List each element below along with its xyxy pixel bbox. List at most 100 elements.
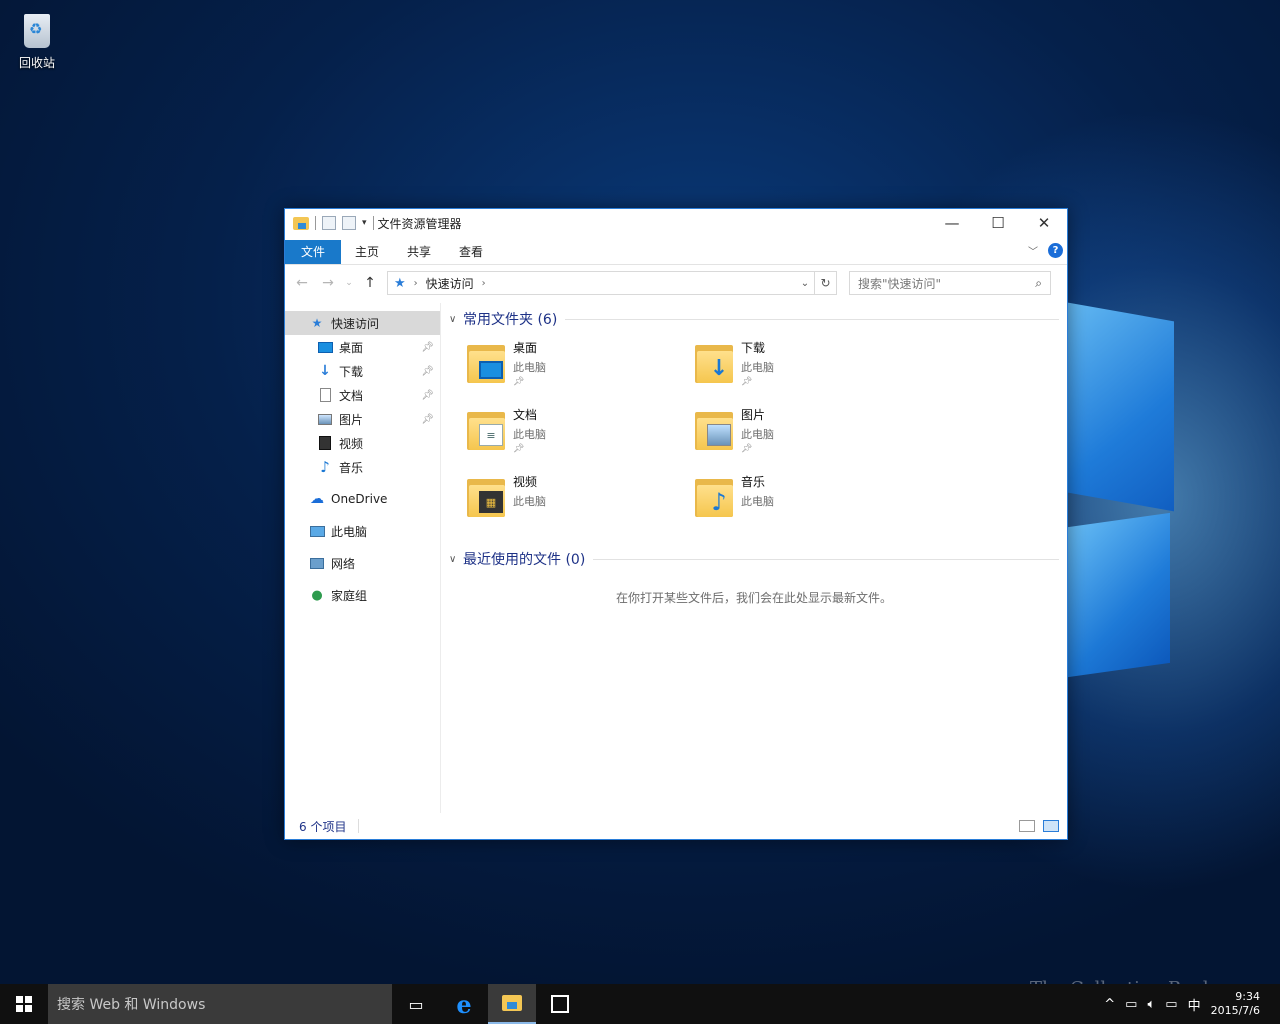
tab-file[interactable]: 文件 — [285, 240, 342, 264]
nav-item-label: 桌面 — [339, 340, 364, 355]
quick-access-star-icon: ★ — [394, 275, 406, 291]
folder-tile-pictures[interactable]: 图片 此电脑 📌︎ — [695, 406, 923, 470]
taskbar-search-box[interactable]: 搜索 Web 和 Windows — [48, 984, 392, 1024]
folder-location: 此电脑 — [513, 495, 546, 508]
properties-icon[interactable] — [322, 216, 336, 230]
folder-tile-documents[interactable]: ≡ 文档 此电脑 📌︎ — [467, 406, 695, 470]
clock-time: 9:34 — [1235, 990, 1260, 1003]
folder-tile-music[interactable]: ♪ 音乐 此电脑 — [695, 473, 923, 537]
search-icon[interactable]: ⌕ — [1035, 276, 1042, 291]
folder-name: 音乐 — [741, 475, 766, 489]
search-placeholder: 搜索"快速访问" — [858, 276, 942, 291]
show-hidden-icons-icon[interactable]: ^ — [1104, 997, 1115, 1012]
edge-button[interactable]: e — [440, 984, 488, 1024]
close-button[interactable]: ✕ — [1021, 209, 1067, 237]
item-count: 6 个项目 — [299, 819, 347, 834]
action-center-icon[interactable]: ▭ — [1165, 997, 1177, 1012]
collapse-chevron-icon[interactable]: ∨ — [449, 314, 463, 325]
large-icons-view-icon[interactable] — [1043, 820, 1059, 832]
forward-arrow-icon[interactable]: → — [319, 275, 337, 291]
edge-browser-icon: e — [456, 989, 472, 1019]
refresh-icon[interactable]: ↻ — [815, 271, 837, 295]
back-arrow-icon[interactable]: ← — [293, 275, 311, 291]
recent-locations-icon[interactable]: ⌄ — [345, 278, 353, 288]
nav-item-documents[interactable]: 文档 📌︎ — [285, 383, 440, 407]
nav-item-label: 图片 — [339, 412, 364, 427]
recycle-bin-shortcut[interactable]: 回收站 — [12, 8, 62, 71]
explorer-body: ★ 快速访问 桌面 📌︎ ↓ 下载 📌︎ 文档 📌︎ 图片 📌︎ 视频 ♪ 音乐… — [285, 303, 1067, 813]
breadcrumb-separator-icon[interactable]: › — [482, 278, 486, 289]
title-bar[interactable]: ▾ 文件资源管理器 — ☐ ✕ — [285, 209, 1067, 237]
status-bar: 6 个项目 — [285, 813, 1067, 839]
customize-toolbar-icon[interactable]: ▾ — [362, 218, 367, 228]
folder-tile-downloads[interactable]: ↓ 下载 此电脑 📌︎ — [695, 339, 923, 403]
store-button[interactable] — [536, 984, 584, 1024]
nav-item-label: 网络 — [331, 556, 356, 571]
tab-home[interactable]: 主页 — [341, 240, 393, 264]
nav-item-label: OneDrive — [331, 492, 388, 506]
tab-view[interactable]: 查看 — [445, 240, 497, 264]
nav-item-label: 视频 — [339, 436, 364, 451]
up-arrow-icon[interactable]: ↑ — [361, 275, 379, 291]
folder-name: 桌面 — [513, 341, 538, 355]
document-icon — [317, 388, 333, 402]
nav-item-desktop[interactable]: 桌面 📌︎ — [285, 335, 440, 359]
pin-icon: 📌︎ — [513, 377, 525, 387]
nav-item-pictures[interactable]: 图片 📌︎ — [285, 407, 440, 431]
help-icon[interactable]: ? — [1048, 243, 1063, 258]
frequent-folders-header[interactable]: ∨ 常用文件夹 (6) — [449, 307, 1059, 331]
nav-item-downloads[interactable]: ↓ 下载 📌︎ — [285, 359, 440, 383]
breadcrumb-separator-icon[interactable]: › — [414, 278, 418, 289]
pin-icon: 📌︎ — [421, 365, 434, 377]
clock-date: 2015/7/6 — [1210, 1004, 1260, 1017]
minimize-button[interactable]: — — [929, 209, 975, 237]
windows-logo-pane-top — [1068, 302, 1174, 512]
nav-item-label: 下载 — [339, 364, 364, 379]
address-bar[interactable]: ★ › 快速访问 › ⌄ — [387, 271, 815, 295]
task-view-button[interactable]: ▭ — [392, 984, 440, 1024]
nav-item-network[interactable]: 网络 — [285, 551, 440, 575]
recent-files-header[interactable]: ∨ 最近使用的文件 (0) — [449, 547, 1059, 571]
start-button[interactable] — [0, 984, 48, 1024]
file-explorer-taskbar-button[interactable] — [488, 984, 536, 1024]
tab-share[interactable]: 共享 — [393, 240, 445, 264]
clock[interactable]: 9:34 2015/7/6 — [1211, 990, 1260, 1018]
breadcrumb-quick-access[interactable]: 快速访问 — [426, 275, 474, 292]
expand-ribbon-icon[interactable]: ﹀ — [1028, 243, 1038, 258]
folder-name: 视频 — [513, 475, 538, 489]
new-folder-icon[interactable] — [342, 216, 356, 230]
nav-item-videos[interactable]: 视频 — [285, 431, 440, 455]
network-tray-icon[interactable]: ▭ — [1125, 997, 1137, 1012]
nav-item-quick-access[interactable]: ★ 快速访问 — [285, 311, 440, 335]
maximize-button[interactable]: ☐ — [975, 209, 1021, 237]
group-title: 常用文件夹 (6) — [463, 312, 558, 328]
recycle-bin-label: 回收站 — [18, 56, 55, 70]
details-view-icon[interactable] — [1019, 820, 1035, 832]
ribbon-tabs: 文件 主页 共享 查看 ﹀ ? — [285, 237, 1067, 265]
ime-indicator[interactable]: 中 — [1188, 995, 1201, 1014]
videos-folder-icon: ▦ — [467, 475, 507, 519]
recent-files-empty-message: 在你打开某些文件后，我们会在此处显示最新文件。 — [615, 591, 892, 605]
nav-item-label: 家庭组 — [331, 588, 368, 603]
frequent-folders-grid: 桌面 此电脑 📌︎ ↓ 下载 此电脑 📌︎ ≡ 文档 此电脑 📌︎ 图片 此电脑… — [449, 331, 1059, 537]
collapse-chevron-icon[interactable]: ∨ — [449, 554, 463, 565]
nav-item-music[interactable]: ♪ 音乐 — [285, 455, 440, 479]
address-dropdown-icon[interactable]: ⌄ — [796, 278, 814, 289]
volume-icon[interactable]: 🔈︎ — [1147, 997, 1155, 1012]
nav-item-onedrive[interactable]: ☁ OneDrive — [285, 487, 440, 511]
file-explorer-window: ▾ 文件资源管理器 — ☐ ✕ 文件 主页 共享 查看 ﹀ ? ← → ⌄ ↑ … — [284, 208, 1068, 840]
nav-item-this-pc[interactable]: 此电脑 — [285, 519, 440, 543]
folder-location: 此电脑 — [741, 361, 774, 374]
downloads-folder-icon: ↓ — [695, 341, 735, 385]
nav-item-homegroup[interactable]: ● 家庭组 — [285, 583, 440, 607]
music-icon: ♪ — [320, 458, 330, 476]
folder-tile-desktop[interactable]: 桌面 此电脑 📌︎ — [467, 339, 695, 403]
documents-folder-icon: ≡ — [467, 408, 507, 452]
desktop-icon — [317, 340, 333, 354]
folder-tile-videos[interactable]: ▦ 视频 此电脑 — [467, 473, 695, 537]
view-toggle — [1019, 820, 1067, 832]
search-input[interactable]: 搜索"快速访问" ⌕ — [849, 271, 1051, 295]
nav-item-label: 文档 — [339, 388, 364, 403]
group-divider — [565, 318, 1059, 320]
folder-location: 此电脑 — [513, 428, 546, 441]
